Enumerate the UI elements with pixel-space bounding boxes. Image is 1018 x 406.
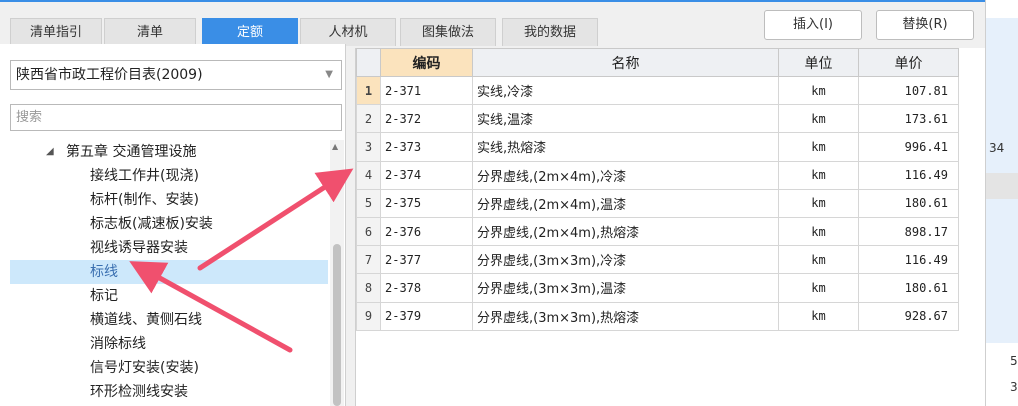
cell-code[interactable]: 2-376 (380, 216, 473, 247)
table-row[interactable]: 7 2-377 分界虚线,(3m×3m),冷漆 km 116.49 (356, 245, 959, 275)
right-panel-edge: 34 5 3 (985, 0, 1018, 406)
tree-item[interactable]: 视线诱导器安装 (10, 236, 328, 260)
replace-button[interactable]: 替换(R) (876, 10, 974, 40)
cell-code[interactable]: 2-373 (380, 132, 473, 162)
column-header-name[interactable]: 名称 (472, 48, 779, 77)
tree-item[interactable]: 信号灯安装(安装) (10, 356, 328, 380)
tree-chapter-label: 第五章 交通管理设施 (66, 144, 197, 160)
cell-code[interactable]: 2-375 (380, 188, 473, 218)
scrollbar-thumb[interactable] (333, 244, 341, 406)
table-row[interactable]: 8 2-378 分界虚线,(3m×3m),温漆 km 180.61 (356, 273, 959, 303)
cell-code[interactable]: 2-379 (380, 301, 473, 331)
cell-name[interactable]: 实线,冷漆 (472, 75, 779, 106)
chapter-tree: ◢ 第五章 交通管理设施 接线工作井(现浇) 标杆(制作、安装) 标志板(减速板… (10, 140, 330, 406)
tab-labor-material-machine[interactable]: 人材机 (300, 18, 396, 46)
quota-grid: 编码 名称 单位 单价 1 2-371 实线,冷漆 km 107.81 2 2-… (355, 48, 985, 406)
cell-name[interactable]: 分界虚线,(2m×4m),热熔漆 (472, 216, 779, 247)
cell-price[interactable]: 107.81 (858, 75, 959, 106)
cell-unit[interactable]: km (778, 245, 859, 275)
row-number: 7 (356, 245, 381, 275)
right-panel-band (986, 173, 1018, 199)
expand-caret-icon[interactable]: ◢ (46, 140, 54, 164)
row-number: 6 (356, 216, 381, 247)
cell-unit[interactable]: km (778, 132, 859, 162)
table-row[interactable]: 9 2-379 分界虚线,(3m×3m),热熔漆 km 928.67 (356, 301, 959, 331)
cell-price[interactable]: 180.61 (858, 188, 959, 218)
cell-price[interactable]: 180.61 (858, 273, 959, 303)
row-number: 4 (356, 160, 381, 190)
corner-header (356, 48, 381, 77)
table-row[interactable]: 6 2-376 分界虚线,(2m×4m),热熔漆 km 898.17 (356, 216, 959, 247)
row-number: 9 (356, 301, 381, 331)
cell-unit[interactable]: km (778, 104, 859, 134)
cell-name[interactable]: 分界虚线,(2m×4m),温漆 (472, 188, 779, 218)
cell-code[interactable]: 2-378 (380, 273, 473, 303)
tree-item[interactable]: 标杆(制作、安装) (10, 188, 328, 212)
cell-code[interactable]: 2-374 (380, 160, 473, 190)
cell-code[interactable]: 2-377 (380, 245, 473, 275)
library-select-value: 陕西省市政工程价目表(2009) (16, 67, 203, 83)
row-number: 1 (356, 75, 381, 106)
row-number: 2 (356, 104, 381, 134)
column-header-unit[interactable]: 单位 (778, 48, 859, 77)
cell-unit[interactable]: km (778, 188, 859, 218)
tab-quota[interactable]: 定额 (202, 18, 298, 46)
chevron-down-icon[interactable]: ▼ (325, 61, 333, 89)
tab-my-data[interactable]: 我的数据 (502, 18, 598, 46)
cell-unit[interactable]: km (778, 216, 859, 247)
table-row[interactable]: 5 2-375 分界虚线,(2m×4m),温漆 km 180.61 (356, 188, 959, 218)
cell-unit[interactable]: km (778, 75, 859, 106)
tab-bar: 清单指引 清单 定额 人材机 图集做法 我的数据 插入(I) 替换(R) (0, 0, 985, 46)
table-header-row: 编码 名称 单位 单价 (356, 48, 959, 77)
cell-price[interactable]: 928.67 (858, 301, 959, 331)
search-input[interactable]: 搜索 (10, 104, 342, 131)
tree-item[interactable]: 横道线、黄侧石线 (10, 308, 328, 332)
right-panel-text: 3 (1010, 380, 1018, 394)
cell-price[interactable]: 173.61 (858, 104, 959, 134)
table-row[interactable]: 3 2-373 实线,热熔漆 km 996.41 (356, 132, 959, 162)
left-panel: 陕西省市政工程价目表(2009) ▼ 搜索 ◢ 第五章 交通管理设施 接线工作井… (0, 44, 346, 406)
cell-unit[interactable]: km (778, 273, 859, 303)
table-row[interactable]: 1 2-371 实线,冷漆 km 107.81 (356, 75, 959, 106)
quota-table: 编码 名称 单位 单价 1 2-371 实线,冷漆 km 107.81 2 2-… (356, 48, 959, 331)
tree-chapter-5[interactable]: ◢ 第五章 交通管理设施 (10, 140, 328, 164)
cell-name[interactable]: 实线,热熔漆 (472, 132, 779, 162)
right-panel-text: 5 (1010, 354, 1018, 368)
tab-bill[interactable]: 清单 (104, 18, 196, 46)
tree-item[interactable]: 标记 (10, 284, 328, 308)
cell-name[interactable]: 实线,温漆 (472, 104, 779, 134)
tab-bill-guide[interactable]: 清单指引 (10, 18, 102, 46)
tab-atlas-method[interactable]: 图集做法 (400, 18, 496, 46)
cell-price[interactable]: 898.17 (858, 216, 959, 247)
cell-price[interactable]: 996.41 (858, 132, 959, 162)
cell-name[interactable]: 分界虚线,(2m×4m),冷漆 (472, 160, 779, 190)
tree-item[interactable]: 标志板(减速板)安装 (10, 212, 328, 236)
table-row[interactable]: 4 2-374 分界虚线,(2m×4m),冷漆 km 116.49 (356, 160, 959, 190)
scroll-up-icon[interactable]: ▲ (332, 142, 338, 151)
cell-price[interactable]: 116.49 (858, 160, 959, 190)
column-header-price[interactable]: 单价 (858, 48, 959, 77)
row-number: 8 (356, 273, 381, 303)
tree-item[interactable]: 消除标线 (10, 332, 328, 356)
tree-item[interactable]: 环形检测线安装 (10, 380, 328, 404)
tree-item[interactable]: 接线工作井(现浇) (10, 164, 328, 188)
right-panel-text: 34 (989, 141, 1005, 155)
cell-unit[interactable]: km (778, 301, 859, 331)
tree-scrollbar[interactable]: ▲ (330, 140, 344, 406)
row-number: 3 (356, 132, 381, 162)
tree-item-selected[interactable]: 标线 (10, 260, 328, 284)
row-number: 5 (356, 188, 381, 218)
cell-code[interactable]: 2-372 (380, 104, 473, 134)
column-header-code[interactable]: 编码 (380, 48, 473, 77)
cell-code[interactable]: 2-371 (380, 75, 473, 106)
cell-name[interactable]: 分界虚线,(3m×3m),温漆 (472, 273, 779, 303)
insert-button[interactable]: 插入(I) (764, 10, 862, 40)
library-select[interactable]: 陕西省市政工程价目表(2009) ▼ (10, 60, 342, 90)
table-row[interactable]: 2 2-372 实线,温漆 km 173.61 (356, 104, 959, 134)
cell-unit[interactable]: km (778, 160, 859, 190)
cell-name[interactable]: 分界虚线,(3m×3m),冷漆 (472, 245, 779, 275)
cell-name[interactable]: 分界虚线,(3m×3m),热熔漆 (472, 301, 779, 331)
cell-price[interactable]: 116.49 (858, 245, 959, 275)
